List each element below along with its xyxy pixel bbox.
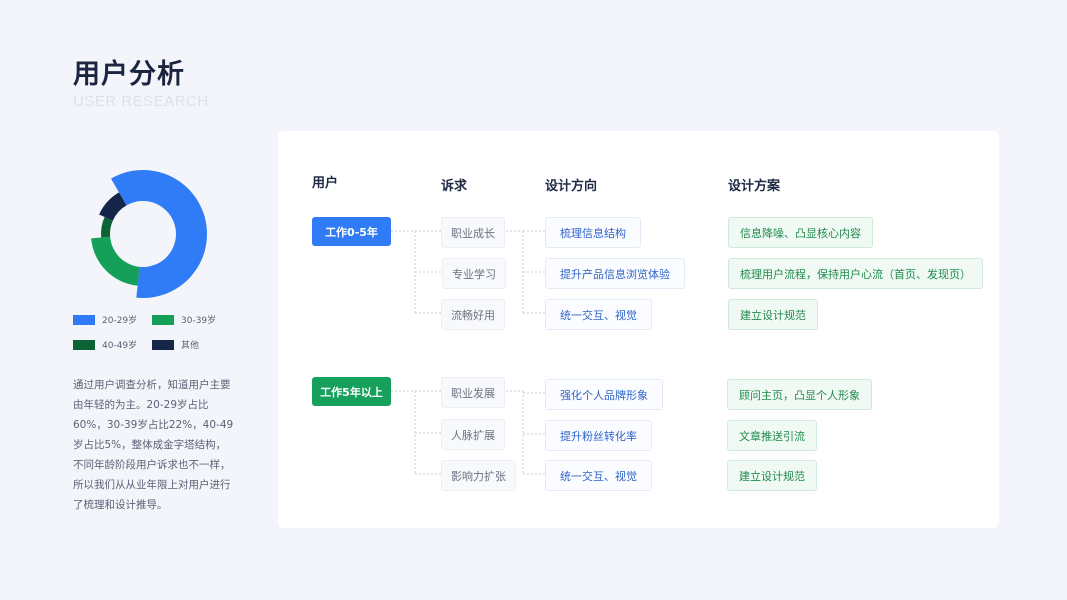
plan-item: 顾问主页，凸显个人形象 (727, 379, 872, 410)
page-subtitle: USER RESEARCH (73, 93, 209, 110)
legend-label: 30-39岁 (181, 316, 217, 326)
direction-item: 提升粉丝转化率 (545, 420, 652, 451)
column-header-need: 诉求 (441, 179, 468, 194)
plan-item: 文章推送引流 (727, 420, 817, 451)
column-header-plan: 设计方案 (728, 179, 781, 194)
page-title: 用户分析 (73, 59, 185, 90)
donut-slice-2 (91, 236, 140, 286)
need-item: 专业学习 (442, 258, 506, 289)
plan-item: 梳理用户流程，保持用户心流（首页、发现页） (728, 258, 983, 289)
legend-swatch (152, 339, 174, 350)
legend-label: 其他 (181, 341, 200, 351)
column-header-user: 用户 (312, 176, 339, 191)
legend-swatch (152, 314, 174, 325)
need-item: 影响力扩张 (441, 460, 516, 491)
legend-item-20-29: 20-29岁 (73, 313, 137, 326)
legend-swatch (73, 314, 95, 325)
analysis-card: 用户 诉求 设计方向 设计方案 工作0-5年 职业成长 专业学习 流畅好用 梳理… (278, 131, 999, 528)
age-donut-chart (91, 170, 207, 298)
legend-item-30-39: 30-39岁 (152, 313, 216, 326)
user-tag-0-5-years: 工作0-5年 (312, 217, 391, 246)
column-header-direction: 设计方向 (545, 179, 598, 194)
user-tag-5-plus-years: 工作5年以上 (312, 377, 391, 406)
legend-label: 40-49岁 (102, 341, 138, 351)
donut-slice-3 (101, 216, 113, 238)
legend-item-40-49: 40-49岁 (73, 338, 137, 351)
plan-item: 建立设计规范 (727, 460, 817, 491)
description-text: 通过用户调查分析，知道用户主要由年轻的为主。20-29岁占比60%，30-39岁… (73, 379, 234, 511)
direction-item: 提升产品信息浏览体验 (545, 258, 685, 289)
plan-item: 建立设计规范 (728, 299, 818, 330)
direction-item: 强化个人品牌形象 (545, 379, 663, 410)
direction-item: 统一交互、视觉 (545, 460, 652, 491)
need-item: 人脉扩展 (441, 419, 505, 450)
legend-swatch (73, 339, 95, 350)
need-item: 职业发展 (441, 377, 505, 408)
legend-label: 20-29岁 (102, 316, 138, 326)
direction-item: 统一交互、视觉 (545, 299, 652, 330)
plan-item: 信息降噪、凸显核心内容 (728, 217, 873, 248)
need-item: 流畅好用 (441, 299, 505, 330)
direction-item: 梳理信息结构 (545, 217, 641, 248)
need-item: 职业成长 (441, 217, 505, 248)
legend-item-other: 其他 (152, 338, 199, 351)
